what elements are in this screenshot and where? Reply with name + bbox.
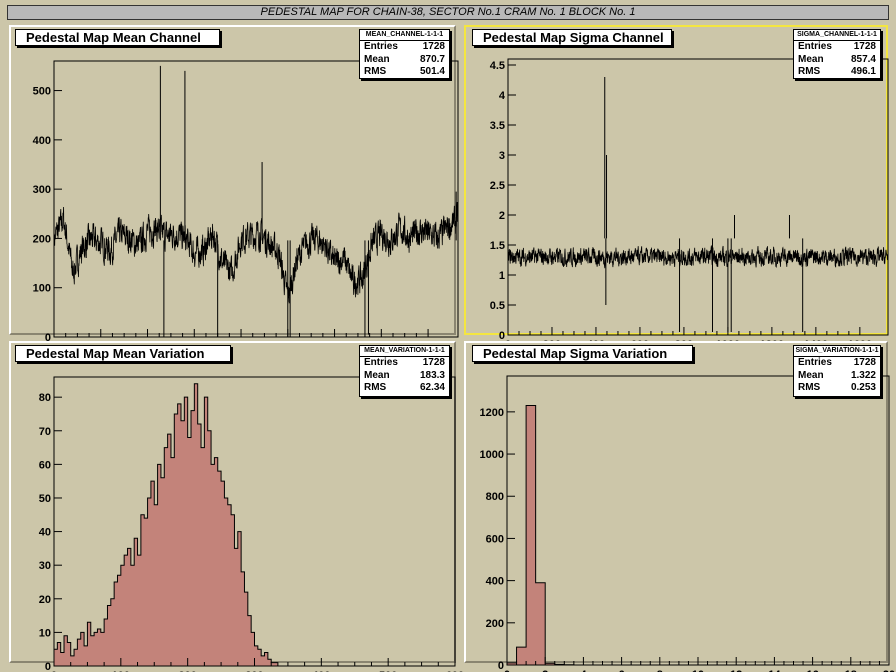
stats-box: SIGMA_CHANNEL-1-1-1 Entries 1728 Mean 857.4 R…: [793, 29, 881, 79]
y-tick-label: 2.5: [490, 180, 505, 192]
stats-histogram-name: SIGMA_CHANNEL-1-1-1: [794, 30, 880, 41]
y-tick-label: 300: [33, 184, 51, 196]
series-trace: [507, 245, 889, 269]
stats-mean-label: Mean: [364, 53, 390, 65]
y-tick-label: 200: [33, 233, 51, 245]
stats-box: MEAN_VARIATION-1-1-1 Entries 1728 Mean 183.3…: [359, 345, 450, 397]
stats-rms-value: 496.1: [850, 66, 876, 77]
stats-mean-label: Mean: [798, 369, 824, 381]
stats-entries-label: Entries: [364, 357, 398, 368]
stats-rms-row: RMS 496.1: [794, 66, 880, 79]
y-tick-label: 3: [499, 150, 505, 162]
y-tick-label: 0: [45, 661, 51, 672]
stats-rms-label: RMS: [798, 382, 821, 393]
stats-mean-row: Mean 1.322: [794, 370, 880, 383]
y-tick-label: 2: [499, 210, 505, 222]
stats-entries-label: Entries: [364, 41, 398, 52]
stats-mean-value: 857.4: [850, 53, 876, 65]
chart-title: Pedestal Map Mean Variation: [15, 345, 231, 362]
stats-entries-label: Entries: [798, 357, 832, 368]
stats-rms-value: 62.34: [419, 382, 445, 393]
stats-rms-row: RMS 501.4: [360, 66, 449, 79]
histogram-fill: [506, 405, 889, 666]
y-tick-label: 4.5: [490, 60, 505, 72]
stats-histogram-name: SIGMA_VARIATION-1-1-1: [794, 346, 880, 357]
stats-entries-row: Entries 1728: [794, 357, 880, 370]
y-tick-label: 1: [499, 270, 505, 282]
y-tick-label: 800: [486, 491, 504, 503]
stats-mean-value: 870.7: [419, 53, 445, 65]
stats-entries-row: Entries 1728: [360, 357, 449, 370]
stats-box: SIGMA_VARIATION-1-1-1 Entries 1728 Mean 1.32…: [793, 345, 881, 397]
y-tick-label: 400: [486, 576, 504, 588]
stats-histogram-name: MEAN_CHANNEL-1-1-1: [360, 30, 449, 41]
stats-entries-row: Entries 1728: [794, 41, 880, 54]
stats-entries-value: 1728: [853, 41, 876, 52]
stats-rms-row: RMS 0.253: [794, 382, 880, 395]
y-tick-label: 0: [498, 660, 504, 672]
series-trace: [53, 201, 459, 304]
y-tick-label: 1200: [480, 407, 504, 419]
stats-box: MEAN_CHANNEL-1-1-1 Entries 1728 Mean 870.7 RM…: [359, 29, 450, 79]
stats-mean-value: 183.3: [419, 369, 445, 381]
y-tick-label: 400: [33, 135, 51, 147]
stats-rms-label: RMS: [364, 66, 387, 77]
y-tick-label: 1.5: [490, 240, 505, 252]
stats-entries-value: 1728: [422, 41, 445, 52]
chart-title: Pedestal Map Mean Channel: [15, 29, 220, 46]
y-tick-label: 60: [39, 459, 51, 471]
pad-mean-channel[interactable]: 0200400600800100012001400160001002003004…: [9, 25, 459, 353]
pad-sigma-channel[interactable]: 0200400600800100012001400160000.511.522.…: [464, 25, 889, 351]
y-tick-label: 0.5: [490, 300, 505, 312]
y-tick-label: 40: [39, 527, 51, 539]
plot-frame: [506, 375, 890, 666]
chart-title: Pedestal Map Sigma Channel: [472, 29, 672, 46]
stats-mean-label: Mean: [798, 53, 824, 65]
stats-rms-value: 0.253: [850, 382, 876, 393]
stats-mean-row: Mean 183.3: [360, 370, 449, 383]
plot-frame: [53, 60, 459, 338]
stats-mean-row: Mean 870.7: [360, 54, 449, 67]
canvas-title-banner: PEDESTAL MAP FOR CHAIN-38, SECTOR No.1 C…: [7, 5, 889, 20]
stats-entries-label: Entries: [798, 41, 832, 52]
y-tick-label: 80: [39, 392, 51, 404]
y-tick-label: 3.5: [490, 120, 505, 132]
stats-entries-row: Entries 1728: [360, 41, 449, 54]
stats-rms-label: RMS: [364, 382, 387, 393]
chart-title: Pedestal Map Sigma Variation: [472, 345, 693, 362]
stats-entries-value: 1728: [853, 357, 876, 368]
pad-mean-variation[interactable]: 010020030040050060001020304050607080Pede…: [9, 341, 464, 672]
y-tick-label: 500: [33, 86, 51, 98]
plot-frame: [507, 58, 889, 336]
stats-rms-label: RMS: [798, 66, 821, 77]
y-tick-label: 600: [486, 533, 504, 545]
y-tick-label: 1000: [480, 449, 504, 461]
stats-mean-row: Mean 857.4: [794, 54, 880, 67]
pad-sigma-variation[interactable]: 02468101214161820020040060080010001200Pe…: [464, 341, 895, 672]
y-tick-label: 200: [486, 618, 504, 630]
stats-mean-value: 1.322: [850, 369, 876, 381]
stats-histogram-name: MEAN_VARIATION-1-1-1: [360, 346, 449, 357]
stats-entries-value: 1728: [422, 357, 445, 368]
y-tick-label: 100: [33, 283, 51, 295]
y-tick-label: 10: [39, 627, 51, 639]
y-tick-label: 50: [39, 493, 51, 505]
y-tick-label: 70: [39, 426, 51, 438]
y-tick-label: 30: [39, 560, 51, 572]
y-tick-label: 4: [499, 90, 506, 102]
stats-rms-row: RMS 62.34: [360, 382, 449, 395]
histogram-fill: [53, 383, 455, 667]
y-tick-label: 20: [39, 594, 51, 606]
stats-mean-label: Mean: [364, 369, 390, 381]
stats-rms-value: 501.4: [419, 66, 445, 77]
